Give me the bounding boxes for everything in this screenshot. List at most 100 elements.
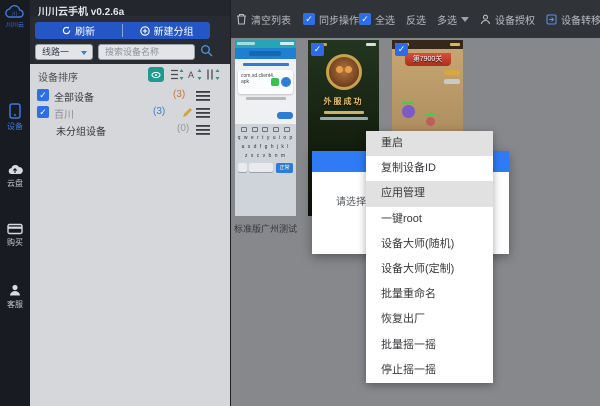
app-logo: 川 川川云 <box>0 5 30 29</box>
chevron-down-icon <box>461 17 469 22</box>
context-menu: 重启 复制设备ID 应用管理 一键root 设备大师(随机) 设备大师(定制) … <box>366 131 493 383</box>
device-panel: 川川云手机 v0.2.6a 刷新 新建分组 <box>30 0 230 406</box>
menu-item-batch-rename[interactable]: 批量重命名 <box>366 282 493 307</box>
purchase-card-icon <box>7 223 23 235</box>
logo-text: 川川云 <box>0 20 30 29</box>
menu-item-batch-shake[interactable]: 批量摇一摇 <box>366 333 493 358</box>
sidebar-item-devices[interactable]: 设备 <box>0 103 30 132</box>
multi-select-dropdown[interactable]: 多选 <box>437 12 469 27</box>
menu-item-device-master-random[interactable]: 设备大师(随机) <box>366 232 493 257</box>
sidebar: 川 川川云 设备 云盘 购买 <box>0 0 30 406</box>
support-icon <box>8 283 22 297</box>
device-transfer-label: 设备转移 <box>561 12 600 27</box>
menu-item-app-manage[interactable]: 应用管理 <box>366 181 493 206</box>
person-icon <box>480 14 491 25</box>
drag-handle-icon[interactable] <box>196 108 210 118</box>
phone-app-bar <box>235 48 296 59</box>
plus-circle-icon <box>140 26 150 36</box>
sort-row: 设备排序 A <box>30 66 230 84</box>
apk-card: com.sd.client4.apk <box>238 70 293 94</box>
line-select-value: 线路一 <box>42 47 69 57</box>
line-select[interactable]: 线路一 <box>35 44 93 60</box>
group-row-baichuan[interactable]: ✓ 百川 (3) <box>30 105 230 121</box>
title-bar: 川川云手机 v0.2.6a <box>30 0 230 16</box>
refresh-button[interactable]: 刷新 <box>35 22 122 39</box>
drag-handle-icon[interactable] <box>196 91 210 101</box>
sort-order-icon[interactable] <box>206 68 220 81</box>
invert-select-button[interactable]: 反选 <box>406 12 426 27</box>
edit-pencil-icon[interactable] <box>182 107 193 118</box>
menu-item-one-key-root[interactable]: 一键root <box>366 207 493 232</box>
select-all-toggle[interactable]: ✓ 全选 <box>359 12 395 27</box>
clear-list-label: 清空列表 <box>251 12 291 27</box>
view-mode-icon <box>151 71 161 79</box>
phone-keyboard: q w e r t y u i o p a s d f g h j k l z … <box>235 124 296 216</box>
menu-item-restart[interactable]: 重启 <box>366 131 493 156</box>
game-pill <box>444 79 460 84</box>
game-level-banner: 第7900关 <box>405 53 451 66</box>
search-icon[interactable] <box>200 44 213 57</box>
new-group-button[interactable]: 新建分组 <box>123 22 210 39</box>
device-thumbnail-1[interactable]: com.sd.client4.apk q w e r t y u i o p a… <box>235 40 296 216</box>
sort-label: 设备排序 <box>38 69 78 84</box>
cloud-disk-icon <box>7 163 23 176</box>
android-icon <box>271 78 279 86</box>
phone-icon <box>8 103 22 119</box>
download-button-icon <box>281 77 291 87</box>
panel-action-bar: 刷新 新建分组 <box>35 22 210 39</box>
keyboard-confirm-key: 正常 <box>276 163 293 173</box>
sidebar-item-cloud-disk[interactable]: 云盘 <box>0 163 30 189</box>
keyboard-row: a s d f g h j k l <box>235 143 296 152</box>
clear-list-button[interactable]: 清空列表 <box>236 12 291 27</box>
keyboard-row: q w e r t y u i o p <box>235 134 296 143</box>
selected-check-badge[interactable]: ✓ <box>395 43 408 56</box>
install-pill <box>277 112 293 119</box>
cloud-logo-icon: 川 <box>4 5 26 19</box>
main-toolbar: 清空列表 ✓ 同步操作 ✓ 全选 反选 多选 <box>231 0 600 38</box>
refresh-label: 刷新 <box>75 23 95 38</box>
sidebar-item-purchase[interactable]: 购买 <box>0 223 30 248</box>
sidebar-item-label: 设备 <box>0 121 30 132</box>
group-row-ungrouped[interactable]: 未分组设备 (0) <box>30 122 230 138</box>
invert-select-label: 反选 <box>406 12 426 27</box>
device-authorize-button[interactable]: 设备授权 <box>480 12 535 27</box>
sort-by-list-icon[interactable] <box>170 68 184 81</box>
main-area: 清空列表 ✓ 同步操作 ✓ 全选 反选 多选 <box>230 0 600 406</box>
dialog-hint-label: 请选择 <box>336 193 366 208</box>
group-label: 未分组设备 <box>56 123 106 138</box>
game-emblem <box>326 54 362 90</box>
new-group-label: 新建分组 <box>154 23 194 38</box>
checkbox-checked[interactable]: ✓ <box>37 89 49 101</box>
checkbox-checked[interactable]: ✓ <box>359 13 371 25</box>
selected-check-badge[interactable]: ✓ <box>311 43 324 56</box>
checkbox-checked[interactable]: ✓ <box>37 106 49 118</box>
sync-ops-toggle[interactable]: ✓ 同步操作 <box>303 12 359 27</box>
chevron-down-icon <box>81 51 87 55</box>
menu-item-factory-reset[interactable]: 恢复出厂 <box>366 307 493 332</box>
search-input[interactable]: 搜索设备名称 <box>98 44 195 60</box>
device-transfer-button[interactable]: 设备转移 <box>546 12 600 27</box>
group-row-all-devices[interactable]: ✓ 全部设备 (3) <box>30 88 230 104</box>
game-pill <box>444 70 460 75</box>
sidebar-item-support[interactable]: 客服 <box>0 283 30 310</box>
panel-toolbar: 刷新 新建分组 线路一 搜索设备名称 <box>30 16 230 64</box>
keyboard-row: z x c v b n m <box>235 152 296 161</box>
svg-text:A: A <box>188 70 194 80</box>
view-mode-button[interactable] <box>148 67 164 82</box>
phone-status-bar <box>235 40 296 48</box>
drag-handle-icon[interactable] <box>196 125 210 135</box>
sort-alpha-icon[interactable]: A <box>188 68 202 81</box>
sidebar-item-label: 客服 <box>0 299 30 310</box>
svg-text:川: 川 <box>12 12 17 18</box>
device-caption: 标准版广州测试 <box>231 222 300 235</box>
sidebar-item-label: 云盘 <box>0 178 30 189</box>
menu-item-stop-shake[interactable]: 停止摇一摇 <box>366 358 493 383</box>
text-bar <box>320 117 368 120</box>
link-text-bar <box>243 63 289 66</box>
app-window: 川 川川云 设备 云盘 购买 <box>0 0 600 406</box>
menu-item-device-master-custom[interactable]: 设备大师(定制) <box>366 257 493 282</box>
menu-item-copy-device-id[interactable]: 复制设备ID <box>366 156 493 181</box>
checkbox-checked[interactable]: ✓ <box>303 13 315 25</box>
sync-ops-label: 同步操作 <box>319 12 359 27</box>
text-bar <box>324 111 364 114</box>
